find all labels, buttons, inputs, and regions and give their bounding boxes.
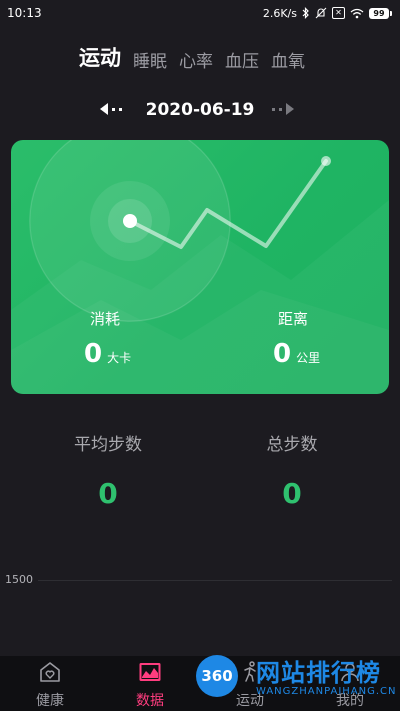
tab-blood-pressure[interactable]: 血压	[225, 47, 259, 72]
tab-blood-oxygen[interactable]: 血氧	[271, 47, 305, 72]
status-bar: 10:13 2.6K/s ✕ 99	[0, 0, 400, 26]
avg-steps-label: 平均步数	[74, 435, 142, 455]
status-icons: 2.6K/s ✕ 99	[263, 5, 392, 21]
card-decoration	[11, 140, 389, 394]
watermark-title: 网站排行榜	[256, 659, 381, 687]
data-chart-icon	[139, 663, 161, 681]
chart-y-tick: 1500	[5, 573, 33, 586]
next-date-button[interactable]	[272, 103, 294, 115]
watermark-subtitle: WANGZHANPAIHANG.CN	[256, 686, 397, 697]
network-speed: 2.6K/s	[262, 6, 297, 20]
mute-icon	[315, 7, 327, 19]
category-tabs: 运动 睡眠 心率 血压 血氧	[79, 42, 305, 72]
chart-gridline	[38, 580, 392, 581]
nav-item-health[interactable]: 健康	[0, 656, 100, 711]
total-steps-value: 0	[282, 477, 302, 510]
battery-icon: 99	[369, 7, 392, 19]
consumption-number: 0	[84, 339, 103, 369]
current-date: 2020-06-19	[145, 100, 255, 120]
distance-unit: 公里	[296, 351, 321, 365]
bluetooth-icon	[302, 7, 310, 19]
heart-house-icon	[40, 662, 60, 682]
date-selector: 2020-06-19	[0, 98, 400, 124]
consumption-value: 0 大卡	[84, 339, 131, 369]
nav-label-data: 数据	[136, 693, 164, 709]
status-time: 10:13	[7, 6, 42, 20]
total-steps-label: 总步数	[266, 435, 318, 455]
avg-steps-stat: 平均步数 0	[8, 430, 208, 510]
summary-card: 消耗 0 大卡 距离 0 公里	[11, 140, 389, 394]
notification-x-icon: ✕	[332, 7, 345, 19]
distance-number: 0	[273, 339, 292, 369]
avg-steps-value: 0	[98, 477, 118, 510]
consumption-label: 消耗	[90, 310, 121, 328]
watermark-badge: 360	[196, 655, 238, 697]
nav-label-health: 健康	[36, 693, 64, 709]
tab-heart-rate[interactable]: 心率	[179, 47, 213, 72]
site-watermark: 360 网站排行榜 WANGZHANPAIHANG.CN	[196, 651, 400, 711]
tab-sleep[interactable]: 睡眠	[133, 47, 167, 72]
distance-value: 0 公里	[273, 339, 320, 369]
tab-exercise[interactable]: 运动	[79, 42, 121, 72]
arrow-right-icon	[286, 103, 294, 115]
consumption-unit: 大卡	[107, 351, 132, 365]
battery-level: 99	[369, 7, 389, 19]
nav-item-data[interactable]: 数据	[100, 656, 200, 711]
total-steps-stat: 总步数 0	[192, 430, 392, 510]
wifi-icon	[350, 8, 364, 19]
distance-label: 距离	[278, 310, 309, 328]
